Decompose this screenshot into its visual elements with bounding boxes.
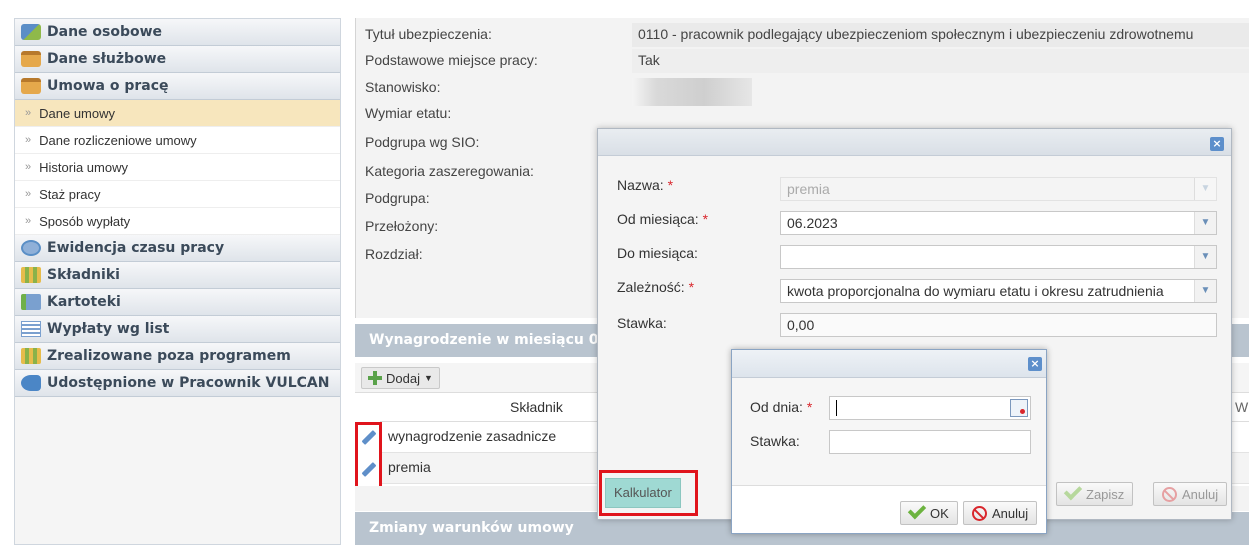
person-add-icon <box>21 24 41 40</box>
double-chevron-icon: » <box>25 215 32 227</box>
dialog-titlebar <box>598 129 1231 156</box>
do-miesiaca-select[interactable]: ▼ <box>780 245 1217 269</box>
cancel-button[interactable]: Anuluj <box>963 501 1038 525</box>
sidebar-subitem-staz[interactable]: » Staż pracy <box>15 181 340 208</box>
chevron-down-icon[interactable]: ▼ <box>1194 280 1216 302</box>
cancel-button[interactable]: Anuluj <box>1153 482 1228 506</box>
sidebar-item-umowa-o-prace[interactable]: Umowa o pracę <box>15 73 340 100</box>
sidebar-item-dane-sluzbowe[interactable]: Dane służbowe <box>15 46 340 73</box>
sidebar-item-zrealizowane[interactable]: Zrealizowane poza programem <box>15 343 340 370</box>
external-icon <box>21 348 41 364</box>
shared-icon <box>21 375 41 391</box>
double-chevron-icon: » <box>25 134 32 146</box>
sidebar-item-wyplaty[interactable]: Wypłaty wg list <box>15 316 340 343</box>
plus-icon <box>368 371 382 385</box>
required-marker: * <box>667 177 674 193</box>
label-przelozony: Przełożony: <box>365 218 439 234</box>
od-dnia-input[interactable] <box>829 396 1031 420</box>
clock-icon <box>21 240 41 256</box>
sidebar-subitem-historia[interactable]: » Historia umowy <box>15 154 340 181</box>
close-icon[interactable]: × <box>1028 357 1042 371</box>
required-marker: * <box>688 279 695 295</box>
double-chevron-icon: » <box>25 161 32 173</box>
calculator-dialog: × Od dnia: * Stawka: OK Anuluj <box>731 349 1047 534</box>
save-button[interactable]: Zapisz <box>1056 481 1134 506</box>
sidebar-subitem-dane-umowy[interactable]: » Dane umowy <box>15 100 340 127</box>
label-wymiar: Wymiar etatu: <box>365 105 452 121</box>
value-tytul: 0110 - pracownik podlegający ubezpieczen… <box>632 23 1249 47</box>
sidebar-subitem-dane-rozliczeniowe[interactable]: » Dane rozliczeniowe umowy <box>15 127 340 154</box>
check-icon <box>1063 481 1083 501</box>
cancel-icon <box>972 505 987 521</box>
stawka-input[interactable] <box>829 430 1031 454</box>
highlight-box <box>599 470 698 516</box>
label-stawka: Stawka: <box>617 315 667 331</box>
briefcase-icon <box>21 51 41 67</box>
label-podgrupa-sio: Podgrupa wg SIO: <box>365 134 480 150</box>
label-podgrupa: Podgrupa: <box>365 190 430 206</box>
sidebar-item-ewidencja[interactable]: Ewidencja czasu pracy <box>15 235 340 262</box>
cancel-icon <box>1162 486 1177 502</box>
card-file-icon <box>21 294 41 310</box>
chevron-down-icon[interactable]: ▼ <box>1194 212 1216 234</box>
add-button[interactable]: Dodaj ▼ <box>361 367 440 389</box>
sidebar-item-skladniki[interactable]: Składniki <box>15 262 340 289</box>
required-marker: * <box>806 399 813 415</box>
highlight-box <box>355 422 382 490</box>
od-miesiaca-select[interactable]: 06.2023 ▼ <box>780 211 1217 235</box>
dialog-footer: OK Anuluj <box>732 485 1046 533</box>
check-icon <box>907 500 927 520</box>
ok-button[interactable]: OK <box>900 500 958 525</box>
chevron-down-icon[interactable]: ▼ <box>1194 246 1216 268</box>
dialog-titlebar <box>732 350 1046 378</box>
sidebar-item-dane-osobowe[interactable]: Dane osobowe <box>15 19 340 46</box>
briefcase-minus-icon <box>21 78 41 94</box>
label-od-dnia: Od dnia: * <box>750 399 813 415</box>
label-stanowisko: Stanowisko: <box>365 79 441 95</box>
payment-list-icon <box>21 321 41 337</box>
label-nazwa: Nazwa: * <box>617 177 674 193</box>
nazwa-select[interactable]: premia ▼ <box>780 177 1217 201</box>
column-w: W <box>1235 399 1249 415</box>
dropdown-icon: ▼ <box>423 373 433 383</box>
required-marker: * <box>702 211 709 227</box>
sidebar: Dane osobowe Dane służbowe Umowa o pracę… <box>14 18 341 545</box>
label-rozdzial: Rozdział: <box>365 246 423 262</box>
value-miejsce: Tak <box>632 49 1249 73</box>
sidebar-item-kartoteki[interactable]: Kartoteki <box>15 289 340 316</box>
close-icon[interactable]: × <box>1210 137 1224 151</box>
label-stawka: Stawka: <box>750 433 800 449</box>
chevron-down-icon[interactable]: ▼ <box>1194 178 1216 200</box>
sidebar-subitem-sposob-wyplaty[interactable]: » Sposób wypłaty <box>15 208 340 235</box>
label-tytul: Tytuł ubezpieczenia: <box>365 26 492 42</box>
label-zaleznosc: Zależność: * <box>617 279 695 295</box>
double-chevron-icon: » <box>25 188 32 200</box>
label-kategoria: Kategoria zaszeregowania: <box>365 163 534 179</box>
label-od-miesiaca: Od miesiąca: * <box>617 211 709 227</box>
label-do-miesiaca: Do miesiąca: <box>617 245 698 261</box>
blurred-value <box>632 78 752 106</box>
column-skladnik: Składnik <box>510 399 563 415</box>
stawka-input[interactable]: 0,00 <box>780 313 1217 337</box>
zaleznosc-select[interactable]: kwota proporcjonalna do wymiaru etatu i … <box>780 279 1217 303</box>
components-icon <box>21 267 41 283</box>
label-miejsce: Podstawowe miejsce pracy: <box>365 52 538 68</box>
text-cursor <box>836 400 837 416</box>
double-chevron-icon: » <box>25 107 32 119</box>
sidebar-item-udostepnione[interactable]: Udostępnione w Pracownik VULCAN <box>15 370 340 397</box>
calendar-icon[interactable] <box>1010 399 1028 417</box>
